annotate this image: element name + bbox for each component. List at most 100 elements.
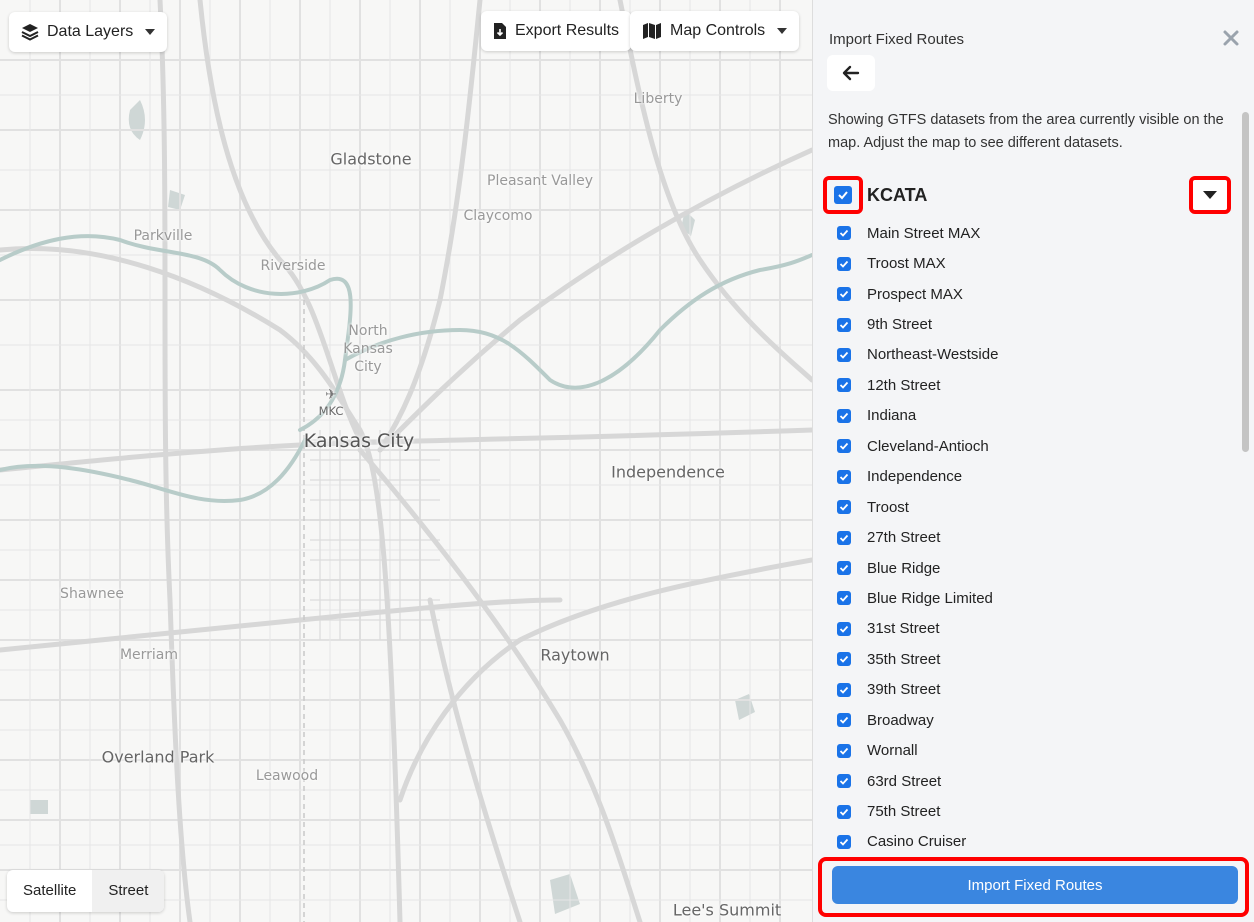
route-checkbox[interactable] bbox=[837, 347, 851, 362]
route-checkbox[interactable] bbox=[837, 743, 851, 758]
route-item[interactable]: 35th Street bbox=[837, 644, 1217, 674]
panel-title: Import Fixed Routes bbox=[829, 31, 965, 48]
route-item[interactable]: Prospect MAX bbox=[837, 279, 1217, 309]
route-checkbox[interactable] bbox=[837, 530, 851, 545]
route-label: Cleveland-Antioch bbox=[867, 437, 989, 455]
export-results-button[interactable]: Export Results bbox=[481, 11, 632, 51]
place-label: Merriam bbox=[119, 647, 179, 663]
import-button-highlight: Import Fixed Routes bbox=[818, 857, 1249, 917]
intro-text: Showing GTFS datasets from the area curr… bbox=[828, 112, 1224, 151]
route-item[interactable]: Cleveland-Antioch bbox=[837, 431, 1217, 461]
route-item[interactable]: Independence bbox=[837, 462, 1217, 492]
chevron-down-icon bbox=[777, 28, 788, 34]
route-checkbox[interactable] bbox=[837, 378, 851, 393]
route-item[interactable]: 39th Street bbox=[837, 675, 1217, 705]
route-label: Main Street MAX bbox=[867, 224, 981, 242]
map-controls-label: Map Controls bbox=[670, 22, 766, 39]
route-list: Main Street MAX Troost MAX Prospect MAX 9th… bbox=[837, 218, 1217, 857]
route-checkbox[interactable] bbox=[837, 804, 851, 819]
route-item[interactable]: 31st Street bbox=[837, 614, 1217, 644]
route-item[interactable]: Troost MAX bbox=[837, 248, 1217, 278]
route-label: Prospect MAX bbox=[867, 285, 963, 303]
place-label: Parkville bbox=[133, 228, 193, 244]
route-item[interactable]: 63rd Street bbox=[837, 766, 1217, 796]
route-item[interactable]: Blue Ridge bbox=[837, 553, 1217, 583]
route-label: 12th Street bbox=[867, 376, 941, 394]
expand-agency-button[interactable] bbox=[1189, 176, 1231, 214]
route-checkbox[interactable] bbox=[837, 317, 851, 332]
route-label: Broadway bbox=[867, 711, 934, 729]
route-item[interactable]: Main Street MAX bbox=[837, 218, 1217, 248]
map-canvas[interactable] bbox=[0, 0, 812, 922]
import-fixed-routes-button[interactable]: Import Fixed Routes bbox=[832, 866, 1238, 904]
place-label: Riverside bbox=[260, 258, 326, 274]
route-checkbox[interactable] bbox=[837, 713, 851, 728]
route-item[interactable]: 27th Street bbox=[837, 522, 1217, 552]
street-button[interactable]: Street bbox=[92, 870, 165, 912]
route-checkbox[interactable] bbox=[837, 652, 851, 667]
route-item[interactable]: 12th Street bbox=[837, 370, 1217, 400]
route-checkbox[interactable] bbox=[837, 774, 851, 789]
file-download-icon bbox=[494, 23, 506, 39]
agency-name: KCATA bbox=[867, 185, 928, 205]
route-label: 31st Street bbox=[867, 620, 940, 638]
route-label: Indiana bbox=[867, 407, 917, 425]
import-routes-panel: Import Fixed Routes Showing GTFS dataset… bbox=[812, 0, 1254, 922]
scrollbar-thumb[interactable] bbox=[1242, 112, 1249, 452]
route-item[interactable]: Northeast-Westside bbox=[837, 340, 1217, 370]
map-view[interactable]: Liberty Gladstone Pleasant Valley Clayco… bbox=[0, 0, 812, 922]
place-label: North Kansas City bbox=[343, 323, 393, 375]
route-item[interactable]: Troost bbox=[837, 492, 1217, 522]
route-label: Northeast-Westside bbox=[867, 346, 999, 364]
map-controls-button[interactable]: Map Controls bbox=[630, 11, 800, 51]
basemap-toggle: Satellite Street bbox=[7, 870, 165, 912]
agency-row: KCATA bbox=[823, 176, 1231, 216]
route-checkbox[interactable] bbox=[837, 408, 851, 423]
satellite-button[interactable]: Satellite bbox=[7, 870, 92, 912]
place-label: Shawnee bbox=[60, 586, 124, 602]
chevron-down-icon bbox=[145, 29, 156, 35]
route-item[interactable]: Broadway bbox=[837, 705, 1217, 735]
place-label: Gladstone bbox=[330, 149, 412, 169]
route-checkbox[interactable] bbox=[837, 591, 851, 606]
place-label: Leawood bbox=[255, 768, 319, 784]
route-item[interactable]: Casino Cruiser bbox=[837, 827, 1217, 857]
place-label: Independence bbox=[611, 462, 725, 482]
place-label: Liberty bbox=[633, 91, 683, 107]
route-label: Wornall bbox=[867, 742, 918, 760]
close-icon[interactable] bbox=[1221, 28, 1241, 48]
route-label: 63rd Street bbox=[867, 772, 942, 790]
route-label: 9th Street bbox=[867, 316, 933, 334]
route-item[interactable]: Indiana bbox=[837, 401, 1217, 431]
route-checkbox[interactable] bbox=[837, 834, 851, 849]
route-label: Troost MAX bbox=[867, 255, 946, 273]
layers-icon bbox=[21, 24, 39, 41]
route-checkbox[interactable] bbox=[837, 469, 851, 484]
route-label: Independence bbox=[867, 468, 963, 486]
route-checkbox[interactable] bbox=[837, 561, 851, 576]
route-checkbox[interactable] bbox=[837, 439, 851, 454]
route-item[interactable]: 75th Street bbox=[837, 796, 1217, 826]
data-layers-button[interactable]: Data Layers bbox=[9, 12, 168, 52]
place-label: Pleasant Valley bbox=[487, 173, 593, 189]
route-item[interactable]: Wornall bbox=[837, 735, 1217, 765]
place-label: MKC bbox=[318, 404, 344, 418]
arrow-left-icon bbox=[842, 65, 860, 81]
route-checkbox[interactable] bbox=[837, 287, 851, 302]
place-label: Overland Park bbox=[101, 747, 215, 767]
place-label: Claycomo bbox=[463, 208, 533, 224]
route-label: Casino Cruiser bbox=[867, 833, 967, 851]
route-checkbox[interactable] bbox=[837, 226, 851, 241]
place-label: Lee's Summit bbox=[672, 900, 782, 920]
route-checkbox[interactable] bbox=[837, 256, 851, 271]
route-item[interactable]: Blue Ridge Limited bbox=[837, 583, 1217, 613]
back-button[interactable] bbox=[827, 55, 875, 91]
route-item[interactable]: 9th Street bbox=[837, 309, 1217, 339]
route-label: Blue Ridge Limited bbox=[867, 589, 993, 607]
airport-icon: ✈ bbox=[325, 387, 337, 403]
route-checkbox[interactable] bbox=[837, 682, 851, 697]
agency-checkbox[interactable] bbox=[823, 176, 863, 214]
route-checkbox[interactable] bbox=[837, 621, 851, 636]
route-checkbox[interactable] bbox=[837, 500, 851, 515]
map-icon bbox=[643, 23, 661, 39]
